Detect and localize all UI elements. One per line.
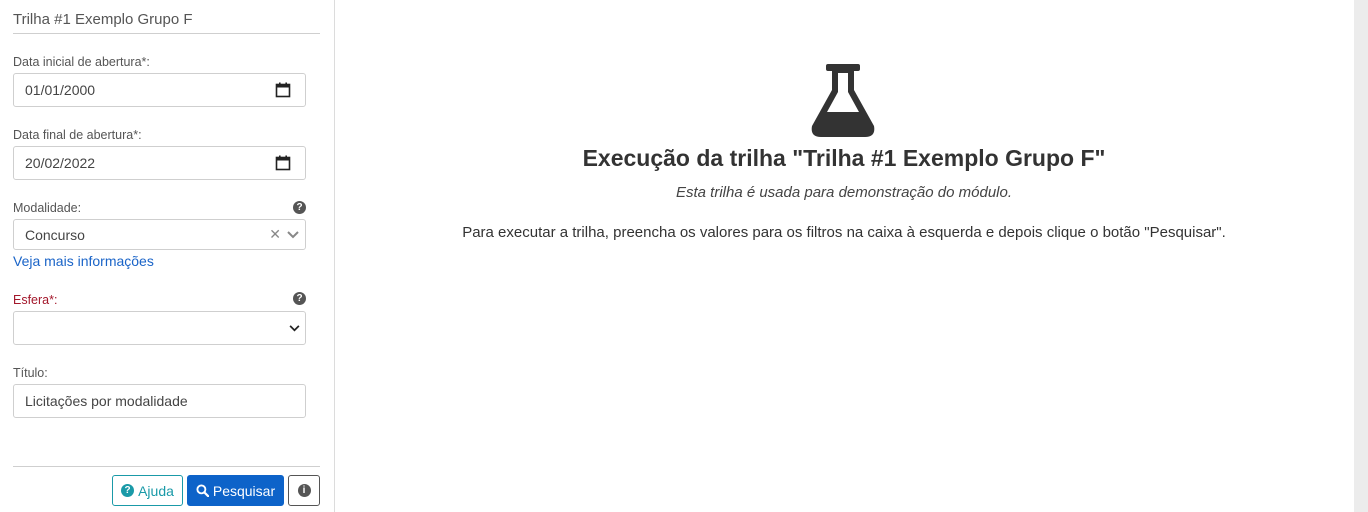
question-circle-icon[interactable]: ? [293, 292, 306, 305]
titulo-value: Licitações por modalidade [25, 393, 188, 409]
modalidade-select[interactable]: Concurso ✕ [13, 219, 306, 250]
pesquisar-button[interactable]: Pesquisar [187, 475, 284, 506]
titulo-label: Título: [13, 366, 48, 380]
veja-mais-link[interactable]: Veja mais informações [13, 253, 154, 269]
scrollbar[interactable] [1354, 0, 1368, 512]
sidebar-divider [13, 466, 320, 467]
data-inicial-value: 01/01/2000 [25, 82, 96, 98]
search-icon [196, 484, 209, 497]
modalidade-value: Concurso [25, 226, 85, 243]
data-final-value: 20/02/2022 [25, 155, 96, 171]
main-title: Execução da trilha "Trilha #1 Exemplo Gr… [582, 145, 1106, 171]
info-button[interactable]: i [288, 475, 320, 506]
clear-icon[interactable]: ✕ [269, 226, 281, 243]
chevron-down-icon[interactable] [287, 230, 299, 239]
data-inicial-label: Data inicial de abertura*: [13, 55, 150, 69]
esfera-select[interactable] [13, 311, 306, 345]
main-subtitle: Esta trilha é usada para demonstração do… [675, 184, 1013, 201]
esfera-label: Esfera*: [13, 293, 58, 307]
modalidade-label: Modalidade: [13, 201, 82, 215]
ajuda-label: Ajuda [138, 482, 174, 499]
flask-icon [811, 64, 875, 137]
calendar-icon[interactable] [275, 155, 291, 171]
pesquisar-label: Pesquisar [212, 482, 276, 499]
sidebar-title: Trilha #1 Exemplo Grupo F [13, 11, 320, 34]
question-circle-icon: ? [121, 484, 135, 497]
calendar-icon[interactable] [275, 82, 291, 98]
titulo-input[interactable]: Licitações por modalidade [13, 384, 306, 418]
question-circle-icon[interactable]: ? [293, 201, 306, 214]
data-final-input[interactable]: 20/02/2022 [13, 146, 306, 180]
info-circle-icon: i [297, 484, 311, 497]
data-inicial-input[interactable]: 01/01/2000 [13, 73, 306, 107]
chevron-down-icon[interactable] [289, 324, 300, 332]
ajuda-button[interactable]: ? Ajuda [112, 475, 183, 506]
data-final-label: Data final de abertura*: [13, 128, 142, 142]
main-instructions: Para executar a trilha, preencha os valo… [462, 224, 1226, 241]
filter-sidebar: Trilha #1 Exemplo Grupo F Data inicial d… [0, 0, 335, 512]
